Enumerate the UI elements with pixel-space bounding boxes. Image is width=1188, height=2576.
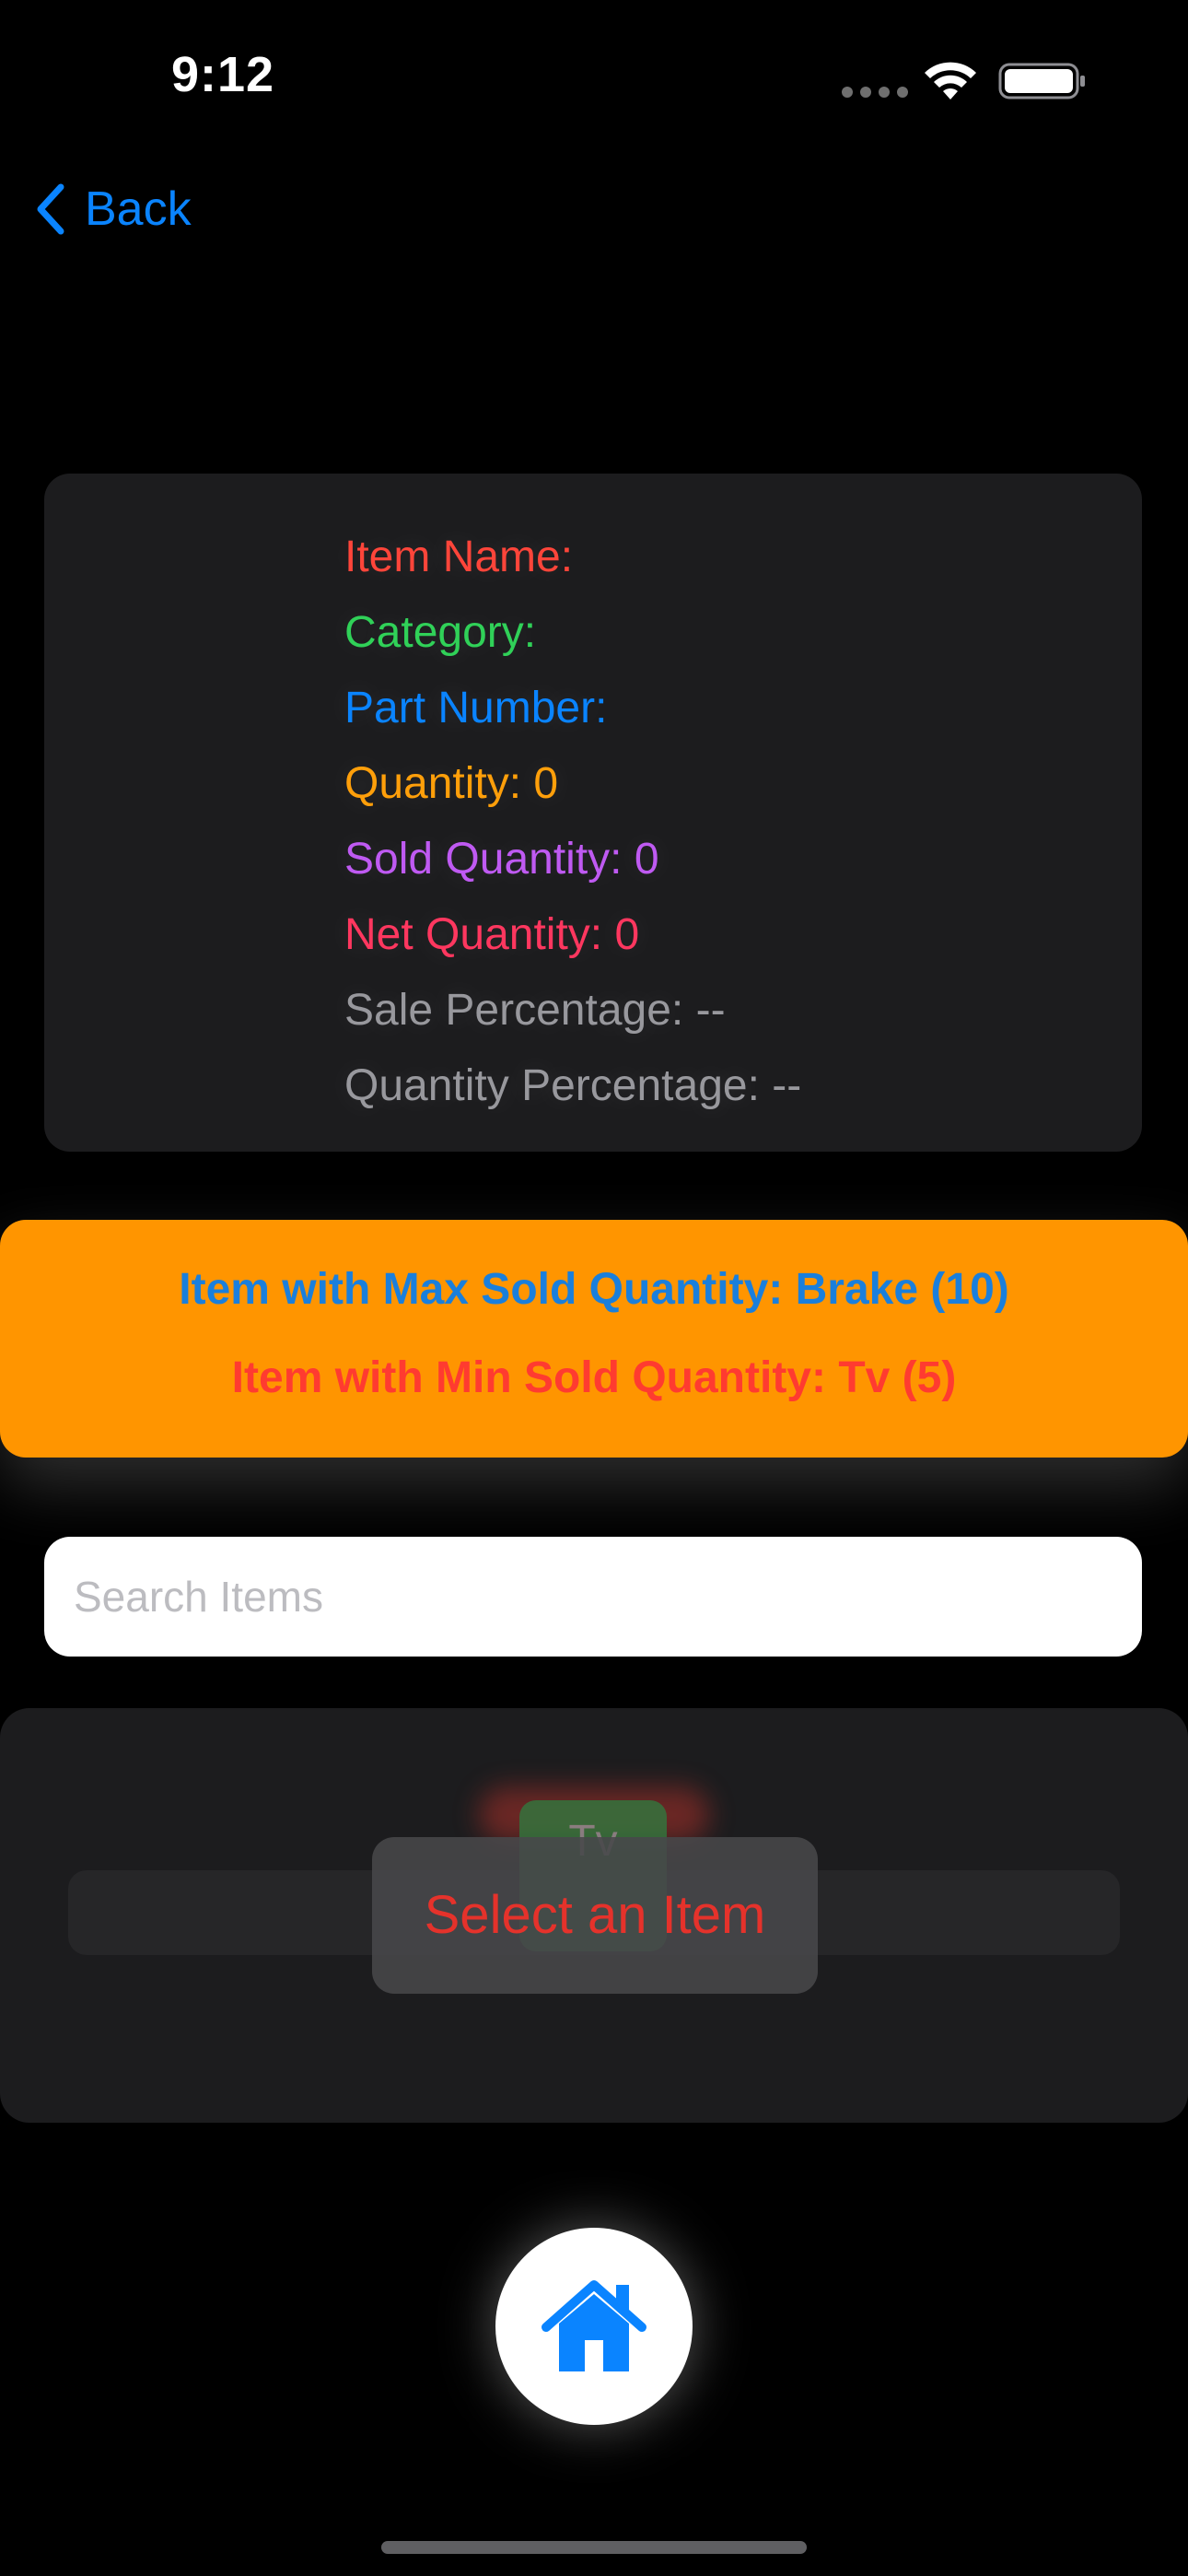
max-sold-item-text: Item with Max Sold Quantity: Brake (10) [179, 1265, 1009, 1314]
home-button[interactable] [495, 2228, 693, 2425]
item-picker[interactable]: Tv Select an Item [0, 1708, 1188, 2123]
back-button[interactable]: Back [33, 177, 192, 241]
min-sold-item-text: Item with Min Sold Quantity: Tv (5) [231, 1353, 957, 1402]
item-name-label: Item Name: [344, 533, 574, 581]
quantity-percentage-label: Quantity Percentage: -- [344, 1061, 802, 1110]
back-label: Back [85, 182, 192, 236]
search-box [44, 1537, 1142, 1657]
select-item-button[interactable]: Select an Item [372, 1837, 818, 1994]
net-quantity-label: Net Quantity: 0 [344, 910, 640, 959]
status-time: 9:12 [171, 47, 275, 102]
battery-icon [998, 63, 1085, 100]
wifi-icon [925, 62, 976, 100]
search-input[interactable] [44, 1537, 1142, 1657]
status-bar: 9:12 [0, 0, 1188, 157]
sold-quantity-summary-banner: Item with Max Sold Quantity: Brake (10) … [0, 1220, 1188, 1458]
home-indicator [381, 2541, 807, 2554]
item-details-list: Item Name: Category: Part Number: Quanti… [344, 520, 1118, 1124]
quantity-label: Quantity: 0 [344, 759, 559, 808]
sale-percentage-label: Sale Percentage: -- [344, 986, 726, 1035]
sold-quantity-label: Sold Quantity: 0 [344, 835, 659, 884]
category-label: Category: [344, 608, 537, 657]
chevron-left-icon [37, 183, 64, 235]
part-number-label: Part Number: [344, 684, 608, 732]
item-details-card: Item Name: Category: Part Number: Quanti… [44, 474, 1142, 1152]
house-icon [542, 2280, 646, 2371]
cellular-signal-icon [842, 87, 908, 98]
